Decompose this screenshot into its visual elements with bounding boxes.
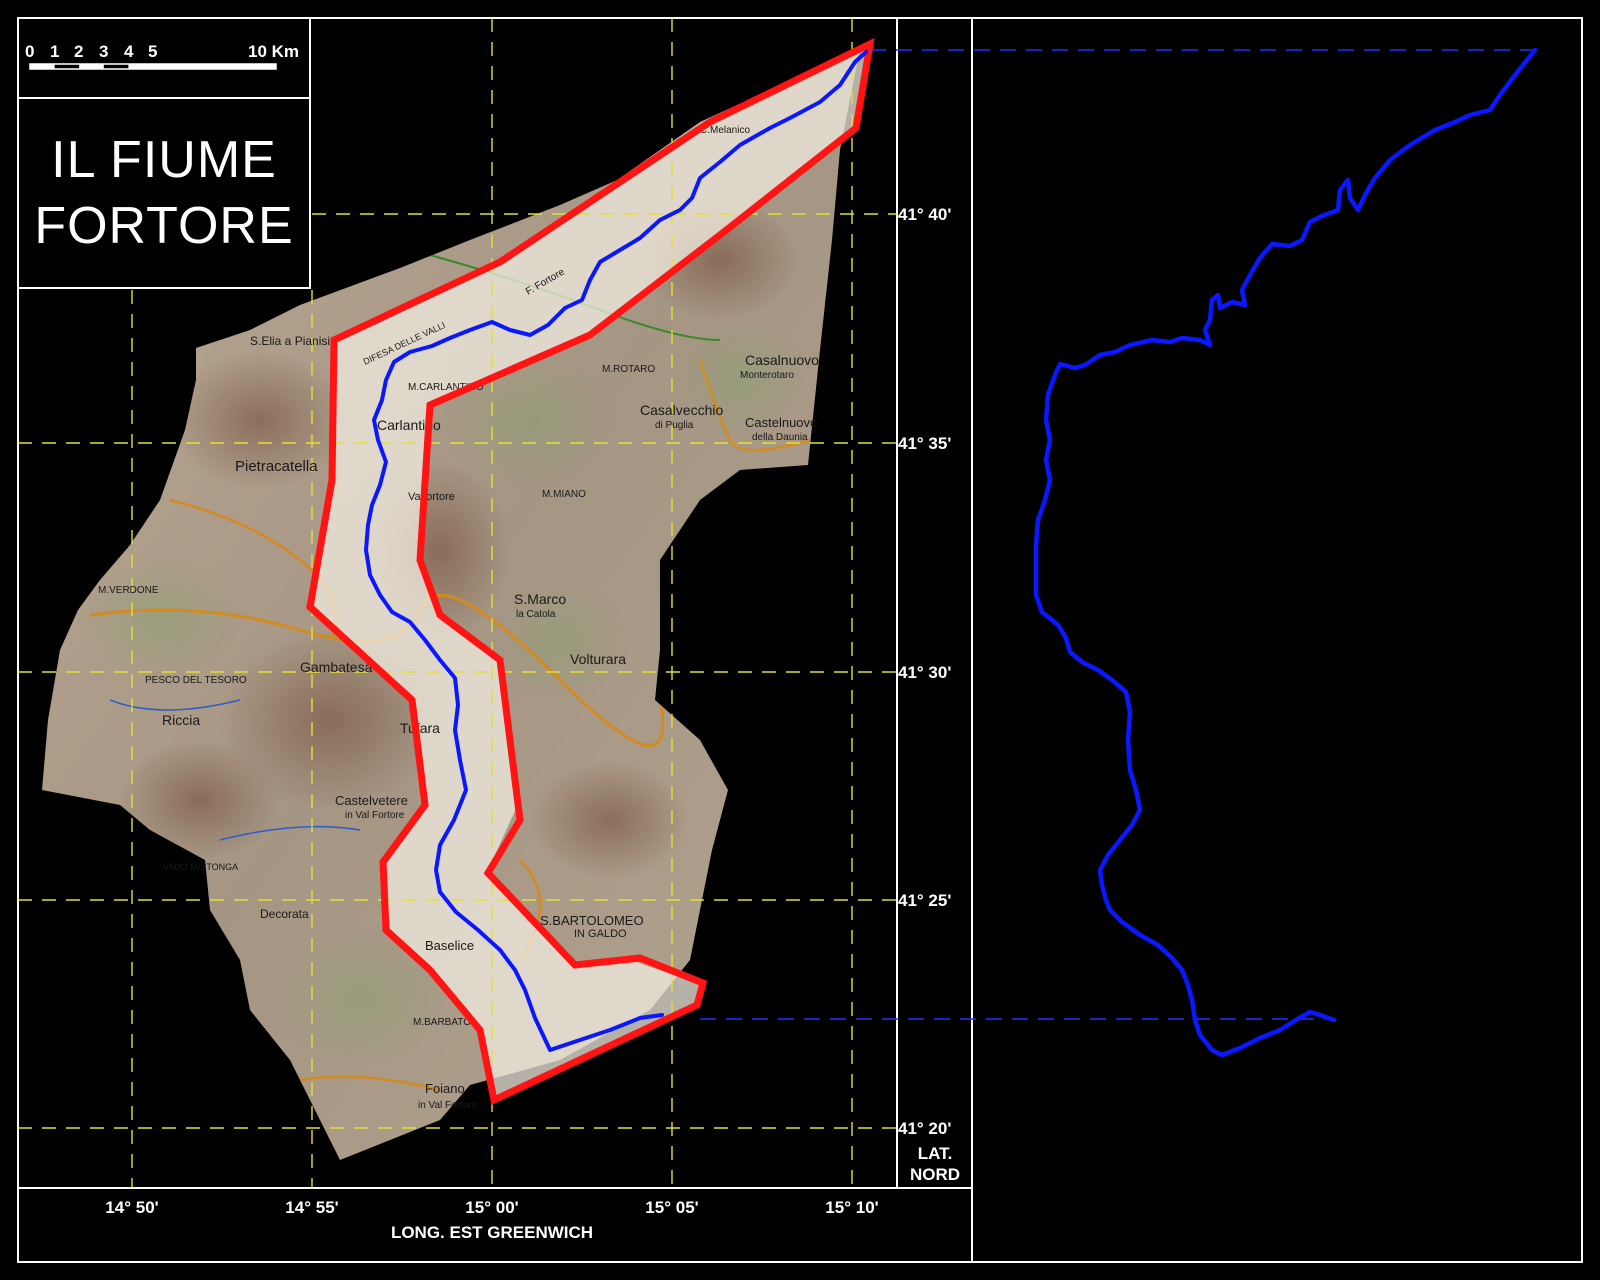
svg-text:M.MIANO: M.MIANO (542, 489, 586, 500)
lat-label-20: 41° 20' (898, 1119, 952, 1138)
river-profile (1033, 47, 1538, 1058)
place-label: Foiano (425, 1081, 465, 1096)
place-label: S.Marco (514, 591, 566, 607)
lat-label-25: 41° 25' (898, 891, 952, 910)
place-label: IN GALDO (574, 928, 627, 940)
lat-label-35: 41° 35' (898, 434, 952, 453)
lon-label-1510: 15° 10' (825, 1198, 879, 1217)
lon-label-1500: 15° 00' (465, 1198, 519, 1217)
place-label: Pietracatella (235, 458, 318, 475)
lat-axis-title-line1: LAT. (917, 1144, 953, 1163)
place-label: Riccia (162, 712, 200, 728)
place-label: della Daunia (752, 432, 808, 443)
lon-label-1450: 14° 50' (105, 1198, 159, 1217)
scale-label-2: 2 (74, 42, 84, 61)
place-label: Castelnuovo (745, 415, 817, 430)
lon-label-1455: 14° 55' (285, 1198, 339, 1217)
svg-text:M.ROTARO: M.ROTARO (602, 364, 655, 375)
scale-label-5: 5 (148, 42, 158, 61)
lat-label-30: 41° 30' (898, 663, 952, 682)
scale-label-0: 0 (25, 42, 35, 61)
scale-bar (29, 63, 277, 70)
map-title: IL FIUME FORTORE (18, 98, 310, 288)
place-label: in Val Fortore (418, 1100, 478, 1111)
place-label: Decorata (260, 907, 309, 921)
place-label: Gambatesa (300, 659, 373, 675)
svg-text:VADO MISTONGA: VADO MISTONGA (163, 862, 238, 872)
svg-text:M.VERDONE: M.VERDONE (98, 585, 159, 596)
scale-label-1: 1 (50, 42, 60, 61)
place-label: S.Elia a Pianisi (250, 334, 330, 348)
place-label: Monterotaro (740, 370, 794, 381)
place-label: in Val Fortore (345, 810, 405, 821)
title-line-2: FORTORE (34, 197, 294, 255)
scale-label-4: 4 (124, 42, 134, 61)
place-label: Castelvetere (335, 793, 408, 808)
place-label: di Puglia (655, 420, 694, 431)
place-label: Casalvecchio (640, 402, 723, 418)
place-label: Volturara (570, 651, 626, 667)
place-label: Baselice (425, 938, 474, 953)
lon-axis-title: LONG. EST GREENWICH (390, 1223, 594, 1242)
scale-label-10km: 10 Km (248, 42, 300, 61)
place-label: Tufara (400, 720, 440, 736)
place-label: S.BARTOLOMEO (540, 913, 644, 928)
lon-label-1505: 15° 05' (645, 1198, 699, 1217)
title-line-1: IL FIUME (51, 131, 277, 189)
lat-axis-title-line2: NORD (909, 1165, 961, 1184)
lat-axis-title: LAT. NORD (905, 1143, 965, 1185)
scale-label-3: 3 (99, 42, 109, 61)
svg-text:PESCO DEL TESORO: PESCO DEL TESORO (145, 675, 247, 686)
svg-text:M.BARBATO: M.BARBATO (413, 1017, 471, 1028)
place-label: Valfortore (408, 491, 455, 503)
lat-label-40: 41° 40' (898, 205, 952, 224)
place-label: la Catola (516, 609, 556, 620)
map-sheet: S.Elia a Pianisi Pietracatella Riccia Ga… (0, 0, 1600, 1280)
place-label: Casalnuovo (745, 352, 819, 368)
